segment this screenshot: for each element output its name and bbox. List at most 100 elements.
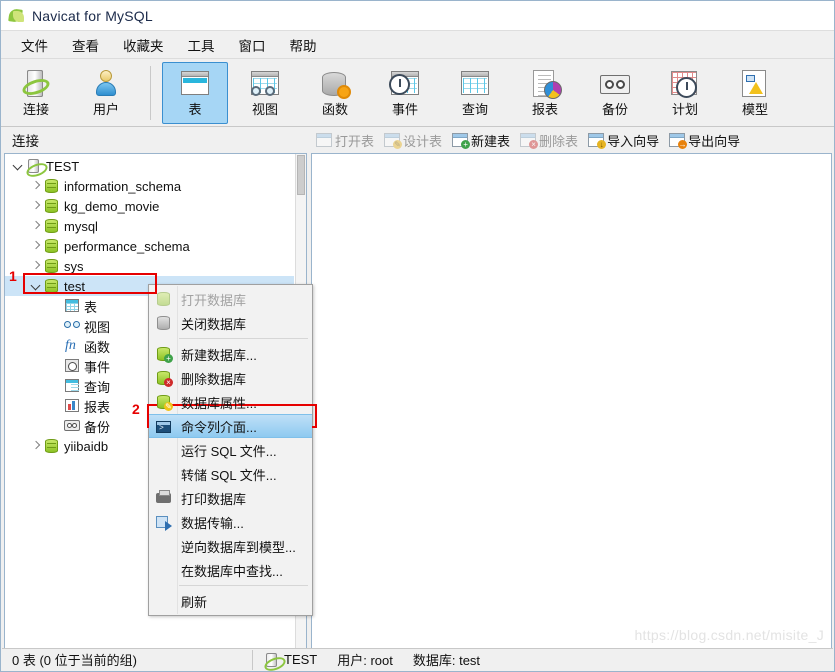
chevron-right-icon[interactable]	[29, 436, 43, 456]
context-menu-item-open-database[interactable]: 打开数据库	[149, 287, 312, 311]
function-icon	[318, 68, 352, 100]
context-menu-item-console[interactable]: 命令列介面...	[149, 414, 312, 438]
tree-item-mysql[interactable]: mysql	[5, 216, 294, 236]
main-toolbar: 连接 用户 表 视图 函数 事件 查询 报表 备份 计划 模型	[1, 59, 834, 127]
toolbar-button-backup[interactable]: 备份	[582, 62, 648, 124]
scrollbar-thumb[interactable]	[297, 155, 305, 195]
toolbar-group-connection: 连接 用户	[1, 59, 141, 125]
tree-item-TEST[interactable]: TEST	[5, 156, 294, 176]
context-menu-item-print-database[interactable]: 打印数据库	[149, 486, 312, 510]
button-label: 设计表	[403, 133, 443, 149]
status-database-label: 数据库: test	[412, 653, 481, 668]
open-table-button[interactable]: 打开表	[311, 129, 379, 152]
tree-item-label: information_schema	[64, 178, 182, 194]
toolbar-button-label: 事件	[391, 102, 418, 117]
tree-item-kg_demo_movie[interactable]: kg_demo_movie	[5, 196, 294, 216]
context-menu-item-new-database[interactable]: + 新建数据库...	[149, 342, 312, 366]
new-table-button[interactable]: + 新建表	[447, 129, 515, 152]
export-wizard-button[interactable]: → 导出向导	[664, 129, 745, 152]
toolbar-separator	[150, 65, 151, 120]
tree-item-label: kg_demo_movie	[64, 198, 160, 214]
database-icon	[43, 258, 61, 274]
design-table-button[interactable]: ✎ 设计表	[379, 129, 447, 152]
title-bar: Navicat for MySQL	[1, 1, 834, 31]
menu-item-label: 转储 SQL 文件...	[181, 467, 277, 483]
context-menu-item-find-in-database[interactable]: 在数据库中查找...	[149, 558, 312, 582]
menu-item-label: 数据库属性...	[181, 395, 257, 411]
menu-view[interactable]: 查看	[60, 32, 111, 58]
toolbar-button-connection[interactable]: 连接	[3, 62, 69, 124]
toolbar-button-view[interactable]: 视图	[232, 62, 298, 124]
database-icon	[43, 198, 61, 214]
tree-item-label: TEST	[46, 158, 80, 174]
chevron-down-icon[interactable]	[29, 276, 43, 296]
context-menu-item-refresh[interactable]: 刷新	[149, 589, 312, 613]
database-open-icon	[155, 291, 172, 307]
context-menu-item-close-database[interactable]: 关闭数据库	[149, 311, 312, 335]
database-icon	[43, 238, 61, 254]
toolbar-group-objects: 表 视图 函数 事件 查询 报表 备份 计划 模型	[160, 59, 790, 125]
toolbar-button-query[interactable]: 查询	[442, 62, 508, 124]
function-node-icon: fn	[65, 338, 76, 353]
database-context-menu[interactable]: 打开数据库 关闭数据库 + 新建数据库... × 删除数据库 ✎ 数据库属性..…	[148, 284, 313, 616]
tree-item-label: 函数	[84, 339, 111, 355]
toolbar-button-model[interactable]: 模型	[722, 62, 788, 124]
chevron-right-icon[interactable]	[29, 256, 43, 276]
menu-tools[interactable]: 工具	[176, 32, 227, 58]
toolbar-button-user[interactable]: 用户	[73, 62, 139, 124]
context-menu-item-delete-database[interactable]: × 删除数据库	[149, 366, 312, 390]
toolbar-button-schedule[interactable]: 计划	[652, 62, 718, 124]
backup-icon	[598, 68, 632, 100]
toolbar-button-function[interactable]: 函数	[302, 62, 368, 124]
context-menu-item-data-transfer[interactable]: 数据传输...	[149, 510, 312, 534]
chevron-down-icon[interactable]	[11, 156, 25, 176]
console-icon	[155, 419, 172, 435]
context-menu-item-run-sql-file[interactable]: 运行 SQL 文件...	[149, 438, 312, 462]
tree-item-performance_schema[interactable]: performance_schema	[5, 236, 294, 256]
menu-separator	[179, 338, 308, 339]
menu-separator	[179, 585, 308, 586]
open-table-icon	[316, 133, 332, 147]
tree-item-label: performance_schema	[64, 238, 190, 254]
toolbar-button-label: 用户	[92, 102, 119, 117]
model-icon	[738, 68, 772, 100]
chevron-right-icon[interactable]	[29, 236, 43, 256]
database-icon	[43, 178, 61, 194]
menu-item-label: 关闭数据库	[181, 316, 247, 332]
menu-item-label: 刷新	[181, 594, 208, 610]
tree-item-label: 备份	[84, 419, 111, 435]
tree-item-label: 报表	[84, 399, 111, 415]
server-icon	[263, 652, 279, 667]
context-menu-item-dump-sql-file[interactable]: 转储 SQL 文件...	[149, 462, 312, 486]
status-user-label: 用户: root	[337, 653, 393, 668]
menu-window[interactable]: 窗口	[227, 32, 278, 58]
menu-item-label: 打开数据库	[181, 292, 247, 308]
toolbar-button-label: 表	[188, 102, 202, 117]
tree-item-information_schema[interactable]: information_schema	[5, 176, 294, 196]
menu-favorites[interactable]: 收藏夹	[111, 32, 176, 58]
database-icon	[43, 278, 61, 294]
chevron-right-icon[interactable]	[29, 216, 43, 236]
menu-file[interactable]: 文件	[9, 32, 60, 58]
connections-header: 连接	[2, 127, 307, 153]
toolbar-button-report[interactable]: 报表	[512, 62, 578, 124]
chevron-right-icon[interactable]	[29, 176, 43, 196]
context-menu-item-reverse-database-to-model[interactable]: 逆向数据库到模型...	[149, 534, 312, 558]
database-icon	[43, 218, 61, 234]
server-icon	[25, 158, 43, 174]
context-menu-item-database-properties[interactable]: ✎ 数据库属性...	[149, 390, 312, 414]
toolbar-button-table[interactable]: 表	[162, 62, 228, 124]
object-list-panel[interactable]	[311, 153, 832, 649]
database-icon	[43, 438, 61, 454]
import-wizard-button[interactable]: ↓ 导入向导	[583, 129, 664, 152]
delete-table-button[interactable]: × 删除表	[515, 129, 583, 152]
tree-item-sys[interactable]: sys	[5, 256, 294, 276]
toolbar-button-event[interactable]: 事件	[372, 62, 438, 124]
toolbar-button-label: 连接	[22, 102, 49, 117]
menu-help[interactable]: 帮助	[278, 32, 329, 58]
menu-item-label: 在数据库中查找...	[181, 563, 283, 579]
query-node-icon	[63, 378, 81, 394]
chevron-right-icon[interactable]	[29, 196, 43, 216]
table-icon	[178, 68, 212, 100]
export-wizard-icon: →	[669, 133, 688, 149]
